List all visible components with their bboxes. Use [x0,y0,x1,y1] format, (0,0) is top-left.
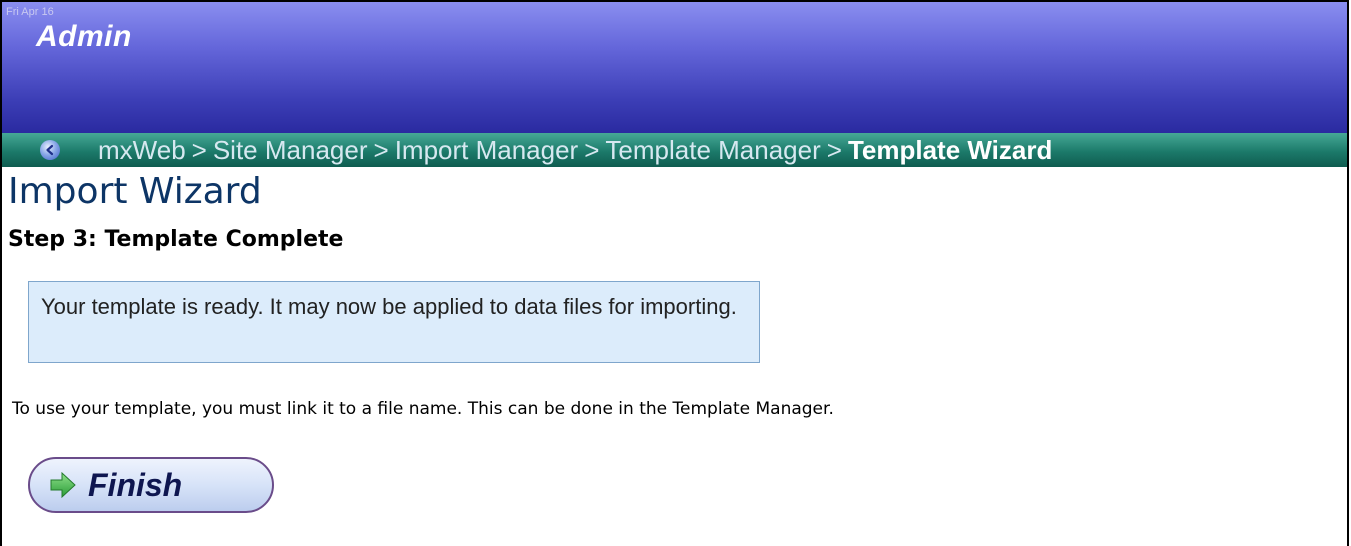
breadcrumb-mxweb[interactable]: mxWeb [98,135,186,166]
header-date: Fri Apr 16 [6,6,54,18]
app-title: Admin [36,20,132,53]
breadcrumb-import-manager[interactable]: Import Manager [395,135,579,166]
finish-button-label: Finish [88,466,183,503]
page-title: Import Wizard [8,171,262,212]
app-header: Fri Apr 16 Admin [2,2,1347,133]
breadcrumb-current: Template Wizard [847,134,1053,165]
arrow-right-icon [50,471,76,499]
finish-button[interactable]: Finish [28,457,274,513]
breadcrumb-site-manager[interactable]: Site Manager [213,135,368,166]
breadcrumb: mxWeb > Site Manager > Import Manager > … [2,133,1347,167]
info-message: Your template is ready. It may now be ap… [41,294,737,319]
breadcrumb-separator: > [826,134,842,165]
breadcrumb-separator: > [373,134,389,165]
back-arrow-icon[interactable] [40,140,60,160]
step-title: Step 3: Template Complete [8,227,344,252]
breadcrumb-template-manager[interactable]: Template Manager [605,135,820,166]
info-message-box: Your template is ready. It may now be ap… [28,281,760,363]
page-frame: Fri Apr 16 Admin mxWeb > Site Manager > … [0,0,1349,546]
breadcrumb-separator: > [584,134,600,165]
instruction-note: To use your template, you must link it t… [12,399,834,419]
breadcrumb-separator: > [191,134,207,165]
